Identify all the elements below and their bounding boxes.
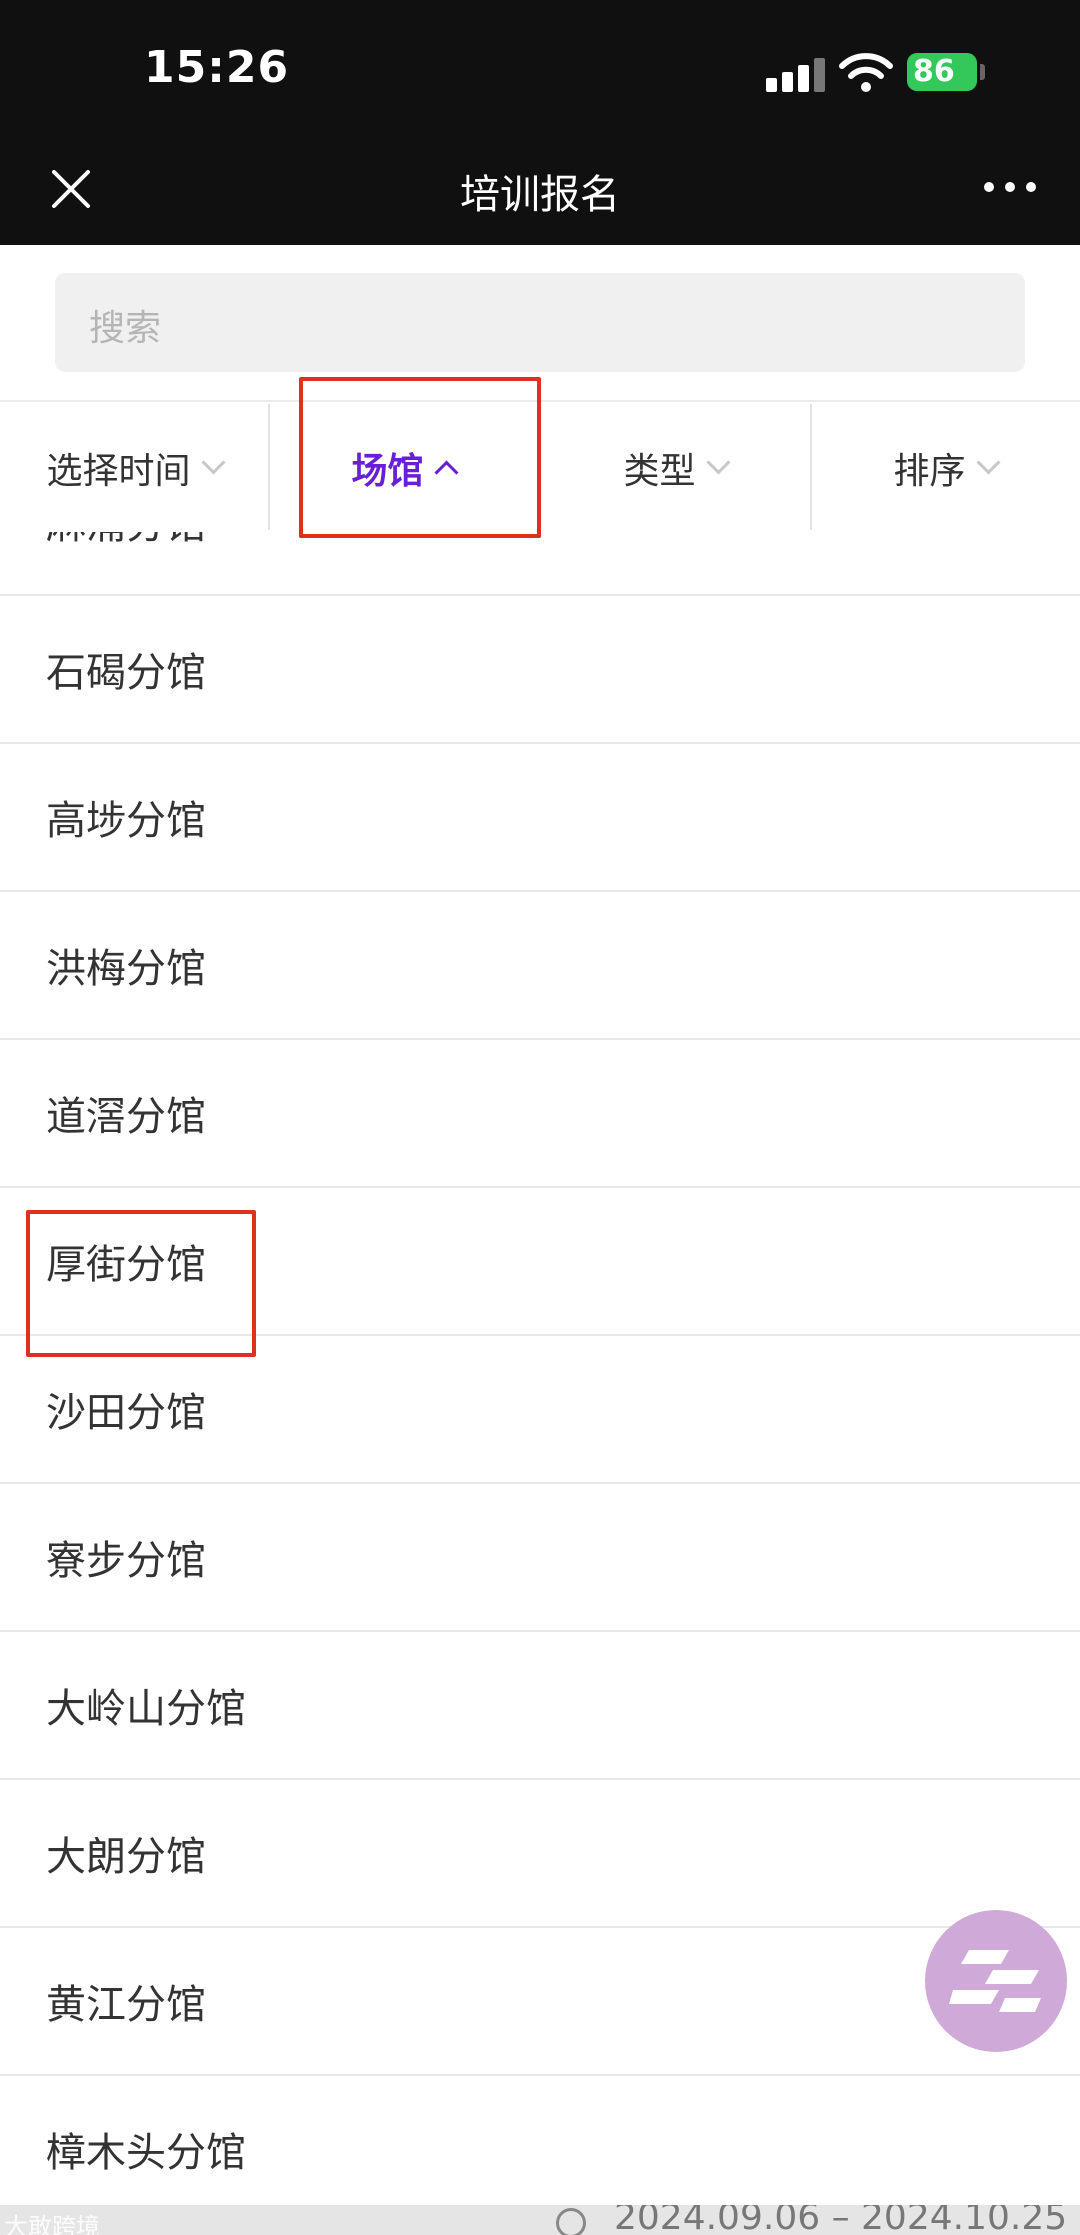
filter-time-label: 选择时间	[46, 451, 191, 492]
clock-icon	[556, 2208, 586, 2235]
filter-sort-label: 排序	[893, 451, 966, 492]
date-range: 2024.09.06 – 2024.10.25	[614, 2205, 1068, 2235]
chevron-down-icon	[200, 449, 226, 475]
venue-option-label: 黄江分馆	[46, 1982, 206, 2028]
highlight-houjie-option	[26, 1210, 256, 1357]
venue-option[interactable]: 石碣分馆	[0, 596, 1080, 744]
filter-type-label: 类型	[623, 451, 696, 492]
battery-tip	[980, 64, 985, 80]
venue-option-label: 寮步分馆	[46, 1538, 206, 1584]
chevron-down-icon	[975, 449, 1001, 475]
venue-option-label: 石碣分馆	[46, 650, 206, 696]
cellular-signal-icon	[766, 56, 826, 92]
venue-dropdown-list[interactable]: 麻涌分馆 石碣分馆 高埗分馆 洪梅分馆 道滘分馆 厚街分馆 沙田分馆 寮步分馆 …	[0, 532, 1080, 2205]
top-bar: 15:26 86 培训报名	[0, 0, 1080, 245]
underlying-card-peek: 大敢跨境 2024.09.06 – 2024.10.25	[0, 2205, 1080, 2235]
venue-option[interactable]: 樟木头分馆	[0, 2076, 1080, 2205]
battery-icon: 86	[907, 53, 977, 91]
chevron-down-icon	[705, 449, 731, 475]
venue-option-label: 道滘分馆	[46, 1094, 206, 1140]
venue-option[interactable]: 黄江分馆	[0, 1928, 1080, 2076]
search-input[interactable]: 搜索	[55, 273, 1025, 372]
filter-divider	[268, 404, 270, 530]
venue-option[interactable]: 大岭山分馆	[0, 1632, 1080, 1780]
wifi-icon	[839, 53, 893, 92]
search-placeholder: 搜索	[89, 308, 162, 349]
venue-option[interactable]: 洪梅分馆	[0, 892, 1080, 1040]
venue-option[interactable]: 高埗分馆	[0, 744, 1080, 892]
venue-option-label: 洪梅分馆	[46, 946, 206, 992]
venue-option-label: 樟木头分馆	[46, 2130, 246, 2176]
venue-option-label: 大岭山分馆	[46, 1686, 246, 1732]
venue-option[interactable]: 道滘分馆	[0, 1040, 1080, 1188]
stripes-logo-icon	[949, 1950, 1041, 2012]
venue-option-label: 麻涌分馆	[46, 532, 206, 550]
venue-option-label: 大朗分馆	[46, 1834, 206, 1880]
page-title: 培训报名	[460, 172, 620, 218]
venue-option[interactable]: 沙田分馆	[0, 1336, 1080, 1484]
venue-option[interactable]: 寮步分馆	[0, 1484, 1080, 1632]
highlight-venue-filter	[299, 377, 541, 538]
filter-divider	[810, 404, 812, 530]
venue-option[interactable]: 麻涌分馆	[0, 532, 1080, 596]
watermark: 大敢跨境	[4, 2213, 100, 2235]
filter-type[interactable]: 类型	[540, 402, 810, 534]
venue-option-label: 高埗分馆	[46, 798, 206, 844]
venue-option[interactable]: 大朗分馆	[0, 1780, 1080, 1928]
more-icon[interactable]	[984, 180, 1036, 194]
status-time: 15:26	[144, 42, 290, 93]
filter-time[interactable]: 选择时间	[0, 402, 268, 534]
filter-sort[interactable]: 排序	[810, 402, 1080, 534]
floating-assistant-button[interactable]	[925, 1910, 1067, 2052]
venue-option-label: 沙田分馆	[46, 1390, 206, 1436]
